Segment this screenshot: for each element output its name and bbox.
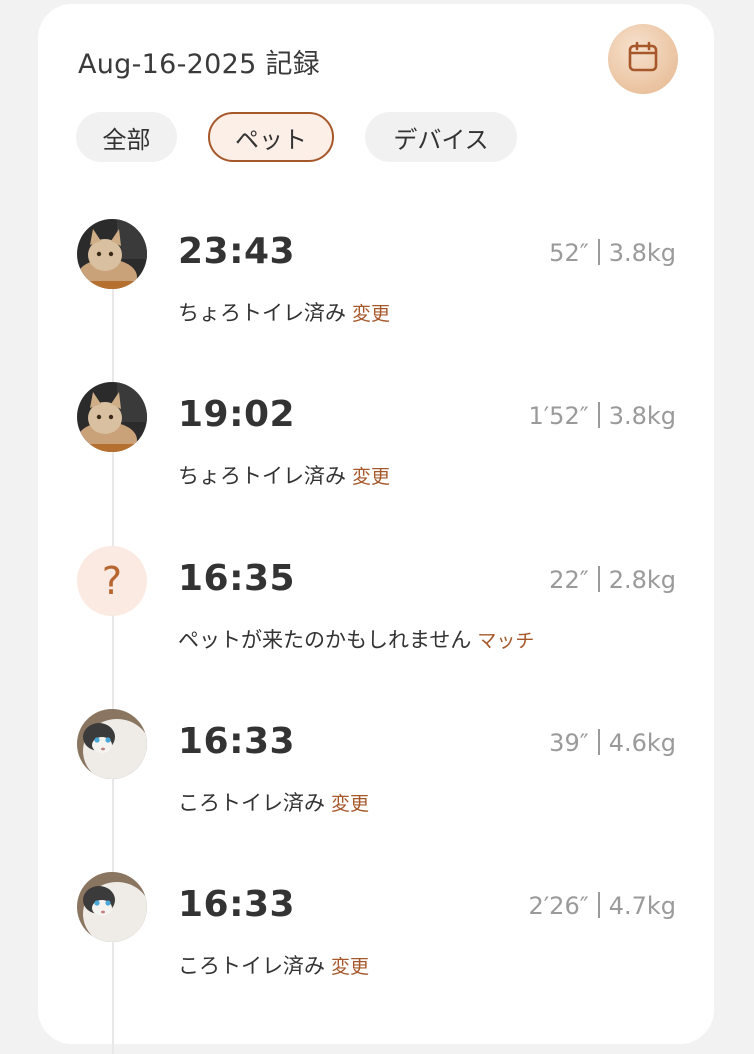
change-link[interactable]: 変更 — [352, 303, 390, 325]
match-link[interactable]: マッチ — [477, 630, 534, 652]
tab-pet[interactable]: ペット — [208, 112, 334, 162]
entry-stats: 1′52″ 3.8kg — [528, 402, 676, 430]
record-entry[interactable]: ? 16:35 22″ 2.8kg ペットが来たのかもしれません マッチ — [38, 546, 714, 666]
entry-status-text: ころトイレ済み — [178, 954, 325, 978]
entry-weight: 4.7kg — [608, 892, 676, 920]
stats-divider — [597, 729, 600, 755]
entry-stats: 39″ 4.6kg — [549, 729, 676, 757]
change-link[interactable]: 変更 — [331, 956, 369, 978]
stats-divider — [597, 566, 600, 592]
entry-duration: 1′52″ — [528, 402, 589, 430]
entry-status: ころトイレ済み 変更 — [178, 950, 369, 980]
entry-duration: 52″ — [549, 239, 589, 267]
record-entry[interactable]: 23:43 52″ 3.8kg ちょろトイレ済み 変更 — [38, 219, 714, 339]
entry-stats: 52″ 3.8kg — [549, 239, 676, 267]
entry-status: ころトイレ済み 変更 — [178, 787, 369, 817]
pet-avatar — [77, 219, 147, 289]
entry-time: 16:35 — [178, 558, 296, 599]
entry-time: 19:02 — [178, 394, 296, 435]
entry-duration: 22″ — [549, 566, 589, 594]
entry-status-text: ペットが来たのかもしれません — [178, 628, 472, 652]
entry-duration: 2′26″ — [528, 892, 589, 920]
record-entry[interactable]: 16:33 39″ 4.6kg ころトイレ済み 変更 — [38, 709, 714, 829]
entry-status: ちょろトイレ済み 変更 — [178, 297, 390, 327]
tab-device[interactable]: デバイス — [365, 112, 517, 162]
stats-divider — [597, 892, 600, 918]
pet-avatar — [77, 872, 147, 942]
record-entry[interactable]: 16:33 2′26″ 4.7kg ころトイレ済み 変更 — [38, 872, 714, 992]
filter-tabs: 全部 ペット デバイス — [76, 112, 548, 162]
entry-duration: 39″ — [549, 729, 589, 757]
entry-status-text: ちょろトイレ済み — [178, 301, 346, 325]
entry-weight: 4.6kg — [608, 729, 676, 757]
entry-time: 16:33 — [178, 884, 296, 925]
entry-weight: 3.8kg — [608, 402, 676, 430]
calendar-icon — [626, 40, 660, 78]
entry-status: ちょろトイレ済み 変更 — [178, 460, 390, 490]
entry-stats: 22″ 2.8kg — [549, 566, 676, 594]
entry-status: ペットが来たのかもしれません マッチ — [178, 624, 534, 654]
entry-stats: 2′26″ 4.7kg — [528, 892, 676, 920]
calendar-button[interactable] — [608, 24, 678, 94]
entry-weight: 3.8kg — [608, 239, 676, 267]
entry-time: 16:33 — [178, 721, 296, 762]
change-link[interactable]: 変更 — [352, 466, 390, 488]
record-entry[interactable]: 19:02 1′52″ 3.8kg ちょろトイレ済み 変更 — [38, 382, 714, 502]
change-link[interactable]: 変更 — [331, 793, 369, 815]
stats-divider — [597, 239, 600, 265]
question-mark-icon: ? — [77, 546, 147, 616]
pet-avatar — [77, 382, 147, 452]
records-card: Aug-16-2025 記録 全部 ペット デバイス 23:43 52″ 3.8… — [38, 4, 714, 1054]
stats-divider — [597, 402, 600, 428]
pet-avatar — [77, 709, 147, 779]
entry-status-text: ころトイレ済み — [178, 791, 325, 815]
tab-all[interactable]: 全部 — [76, 112, 177, 162]
page-title: Aug-16-2025 記録 — [78, 49, 321, 80]
entry-status-text: ちょろトイレ済み — [178, 464, 346, 488]
entry-time: 23:43 — [178, 231, 296, 272]
entry-weight: 2.8kg — [608, 566, 676, 594]
